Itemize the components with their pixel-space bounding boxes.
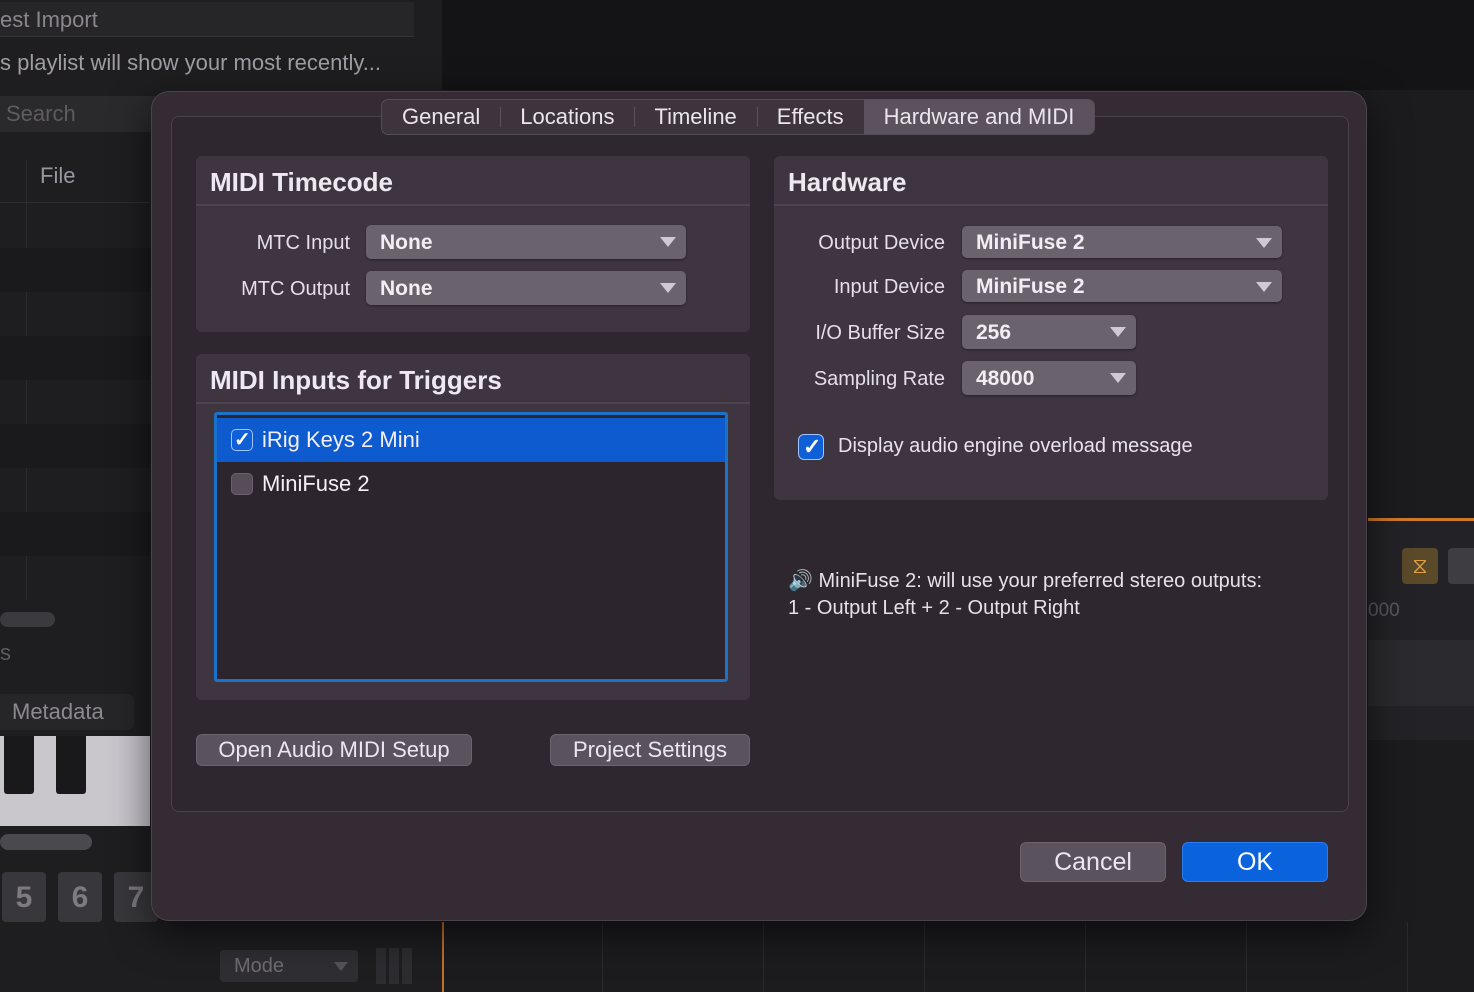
mtc-output-label: MTC Output: [241, 278, 350, 300]
hardware-title: Hardware: [774, 156, 1328, 206]
list-item-label: iRig Keys 2 Mini: [262, 427, 420, 452]
sampling-rate-label: Sampling Rate: [813, 368, 945, 390]
overload-message-label: Display audio engine overload message: [838, 435, 1193, 457]
playlist-hint-text: s playlist will show your most recently.…: [0, 50, 382, 75]
chevron-down-icon: [1256, 282, 1272, 292]
list-item-label: MiniFuse 2: [262, 471, 370, 496]
mtc-input-label: MTC Input: [256, 232, 350, 254]
file-column-header[interactable]: File: [0, 156, 150, 203]
output-info-text: 🔊 MiniFuse 2: will use your preferred st…: [788, 568, 1262, 622]
input-device-label: Input Device: [833, 276, 945, 298]
tab-timeline[interactable]: Timeline: [634, 100, 756, 134]
midi-timecode-title: MIDI Timecode: [196, 156, 750, 206]
overload-message-checkbox[interactable]: ✓: [798, 434, 824, 460]
mtc-input-value: None: [380, 231, 433, 254]
chevron-down-icon: [1256, 238, 1272, 248]
pad-button[interactable]: 5: [2, 872, 46, 922]
mtc-output-dropdown[interactable]: None: [366, 271, 686, 305]
ruler-label: 000: [1368, 600, 1400, 621]
midi-triggers-group: MIDI Inputs for Triggers ✓ iRig Keys 2 M…: [196, 354, 750, 700]
output-device-dropdown[interactable]: MiniFuse 2: [962, 226, 1282, 258]
playhead: [442, 922, 444, 992]
piano-black-key[interactable]: [56, 736, 86, 794]
buffer-size-label: I/O Buffer Size: [815, 322, 945, 344]
horizontal-scrollbar[interactable]: [0, 612, 55, 627]
open-audio-midi-setup-button[interactable]: Open Audio MIDI Setup: [196, 734, 472, 766]
chevron-down-icon: [1110, 327, 1126, 337]
file-column-label: File: [40, 163, 76, 188]
timeline-highlight: [1368, 518, 1474, 521]
playlist-import-item[interactable]: est Import: [0, 2, 414, 37]
input-device-value: MiniFuse 2: [976, 275, 1085, 298]
output-device-value: MiniFuse 2: [976, 231, 1085, 254]
keyboard-scrollbar[interactable]: [0, 834, 92, 850]
preferences-tab-bar: General Locations Timeline Effects Hardw…: [381, 99, 1096, 135]
filter-icon[interactable]: ⧖: [1402, 548, 1438, 584]
background-top-area: [442, 0, 1474, 90]
chevron-down-icon: [660, 283, 676, 293]
output-info-line-2: 1 - Output Left + 2 - Output Right: [788, 597, 1080, 619]
piano-black-key[interactable]: [4, 736, 34, 794]
chevron-down-icon: [660, 237, 676, 247]
table-row: [0, 336, 150, 380]
midi-inputs-list[interactable]: ✓ iRig Keys 2 Mini MiniFuse 2: [214, 412, 728, 682]
checkmark-icon: ✓: [803, 434, 822, 459]
mtc-input-dropdown[interactable]: None: [366, 225, 686, 259]
lock-icon[interactable]: [1448, 548, 1474, 584]
metadata-tab[interactable]: Metadata: [0, 694, 134, 730]
grid-icon[interactable]: [376, 948, 412, 984]
mtc-output-value: None: [380, 277, 433, 300]
table-row: [0, 424, 150, 468]
input-device-dropdown[interactable]: MiniFuse 2: [962, 270, 1282, 302]
checkmark-icon: ✓: [234, 429, 251, 451]
table-row: [0, 512, 150, 556]
output-device-label: Output Device: [818, 232, 945, 254]
tab-locations[interactable]: Locations: [500, 100, 634, 134]
pad-button[interactable]: 6: [58, 872, 102, 922]
mode-dropdown[interactable]: Mode: [220, 950, 358, 982]
output-info-line-1: 🔊 MiniFuse 2: will use your preferred st…: [788, 570, 1262, 592]
list-item[interactable]: ✓ iRig Keys 2 Mini: [217, 418, 725, 462]
midi-triggers-title: MIDI Inputs for Triggers: [196, 354, 750, 404]
minifuse-checkbox[interactable]: [231, 473, 253, 495]
hardware-group: Hardware Output Device MiniFuse 2 Input …: [774, 156, 1328, 500]
chevron-down-icon: [1110, 373, 1126, 383]
list-item[interactable]: MiniFuse 2: [217, 462, 725, 506]
table-row: [0, 248, 150, 292]
track-lane: [1368, 640, 1474, 706]
timeline-grid: [442, 922, 1474, 992]
sampling-rate-value: 48000: [976, 367, 1035, 390]
section-label: s: [0, 640, 11, 665]
search-input[interactable]: Search: [0, 96, 156, 132]
midi-timecode-group: MIDI Timecode MTC Input None MTC Output …: [196, 156, 750, 332]
tab-hardware-and-midi[interactable]: Hardware and MIDI: [863, 100, 1095, 134]
buffer-size-dropdown[interactable]: 256: [962, 315, 1136, 349]
buffer-size-value: 256: [976, 321, 1012, 344]
irig-keys-checkbox[interactable]: ✓: [231, 429, 253, 451]
project-settings-button[interactable]: Project Settings: [550, 734, 750, 766]
cancel-button[interactable]: Cancel: [1020, 842, 1166, 882]
tab-general[interactable]: General: [382, 100, 500, 134]
tab-effects[interactable]: Effects: [756, 100, 864, 134]
sampling-rate-dropdown[interactable]: 48000: [962, 361, 1136, 395]
ok-button[interactable]: OK: [1182, 842, 1328, 882]
